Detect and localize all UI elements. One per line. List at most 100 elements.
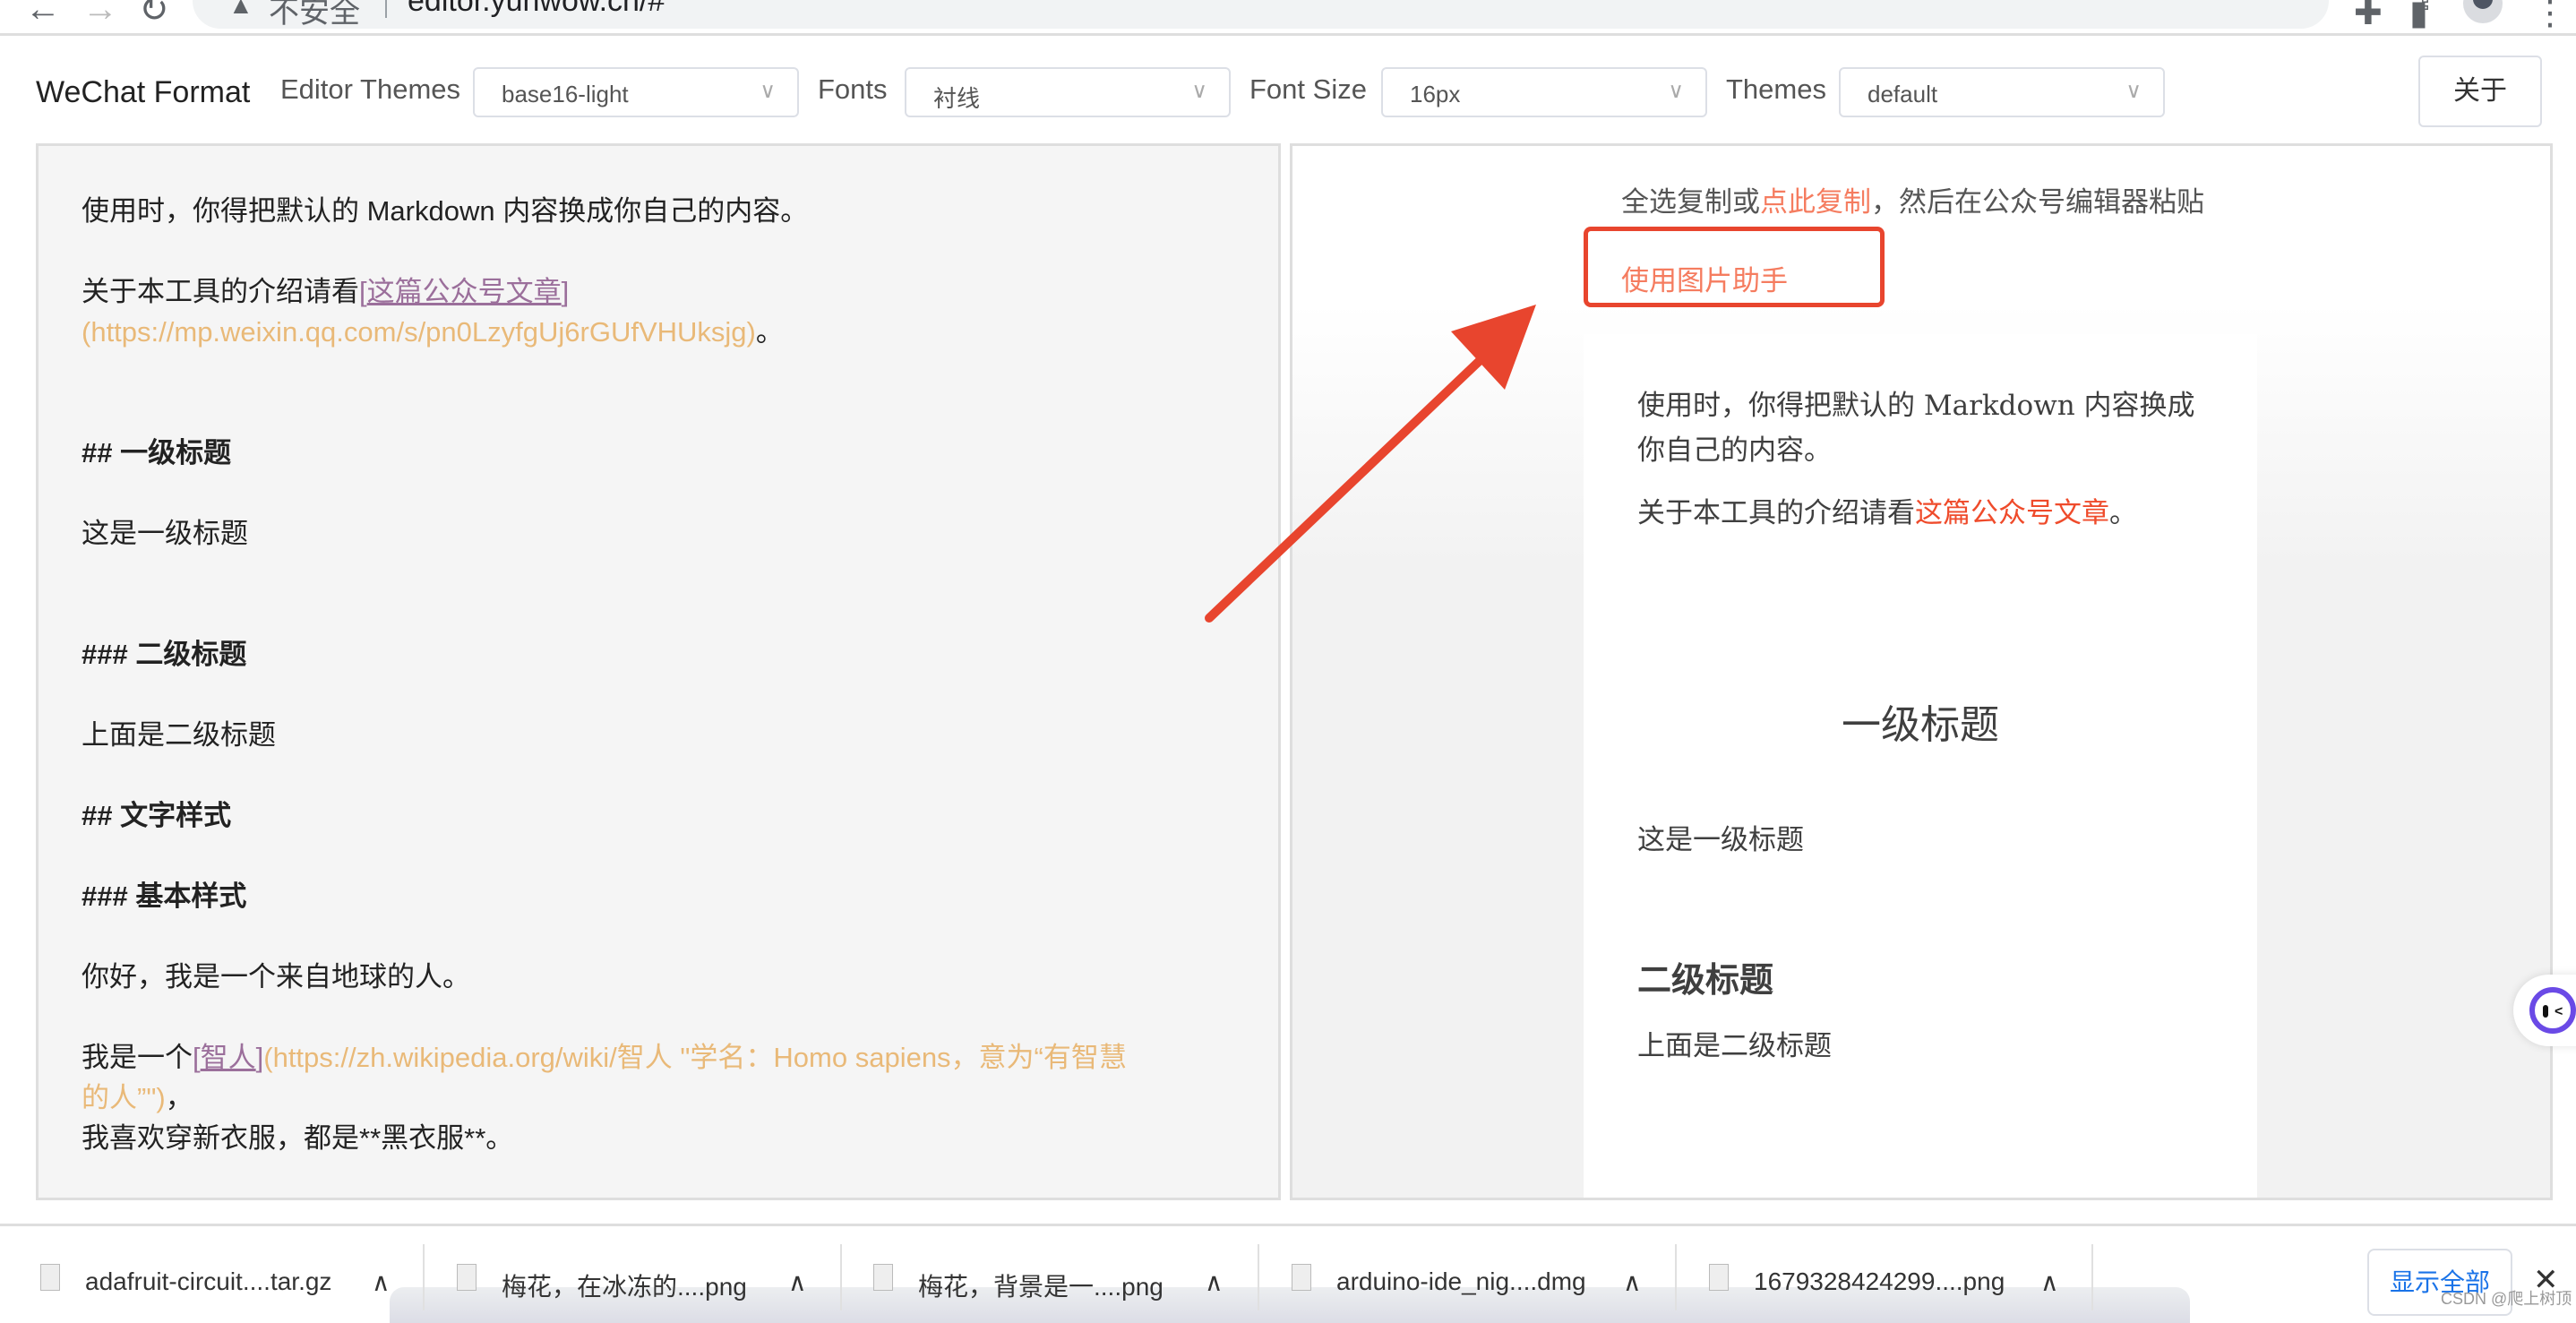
divider [1675, 1244, 1677, 1310]
divider [840, 1244, 842, 1310]
menu-kebab-icon[interactable]: ⋮ [2533, 0, 2567, 33]
font-size-label: Font Size [1249, 73, 1367, 105]
divider [385, 0, 387, 18]
chevron-down-icon: ∨ [2125, 79, 2142, 103]
article-text: 关于本工具的介绍请看 [1637, 497, 1915, 529]
address-bar[interactable]: ▲ 不安全 editor.yunwow.cn/# ⇪ ☆ [193, 0, 2496, 30]
editor-line: 使用时，你得把默认的 Markdown 内容换成你自己的内容。 [82, 195, 809, 227]
file-icon [40, 1264, 60, 1291]
md-bracket: [ [359, 276, 367, 307]
download-item[interactable]: 梅花，背景是一....png ∧ [873, 1235, 1232, 1310]
download-item[interactable]: arduino-ide_nig....dmg ∧ [1292, 1235, 1650, 1310]
md-bracket: ] [255, 1042, 264, 1073]
downloads-bar: adafruit-circuit....tar.gz ∧ 梅花，在冰冻的....… [0, 1224, 2576, 1323]
editor-theme-value: base16-light [502, 81, 629, 107]
article-paragraph: 上面是二级标题 [1637, 1030, 1832, 1062]
markdown-editor[interactable]: 使用时，你得把默认的 Markdown 内容换成你自己的内容。 关于本工具的介绍… [36, 143, 1281, 1200]
chevron-down-icon: ∨ [1191, 79, 1207, 103]
app-brand: WeChat Format [36, 75, 251, 109]
caret-up-icon[interactable]: ∧ [788, 1267, 807, 1297]
app-toolbar: WeChat Format Editor Themes base16-light… [0, 54, 2576, 143]
article-text: 。 [2109, 497, 2137, 529]
browser-chrome: ← → ↻ ▲ 不安全 editor.yunwow.cn/# ⇪ ☆ ✚ ▮ ⋮ [0, 0, 2576, 36]
md-url: (https://mp.weixin.qq.com/s/pn0LzyfgUj6r… [82, 316, 756, 348]
divider [423, 1244, 425, 1310]
warning-icon: ▲ [228, 0, 253, 19]
md-link-text: 智人 [200, 1042, 256, 1073]
url-text[interactable]: editor.yunwow.cn/# [408, 0, 665, 19]
download-item[interactable]: 1679328424299....png ∧ [1709, 1235, 2067, 1310]
theme-select[interactable]: default ∨ [1839, 67, 2165, 117]
copy-hint-text: ，然后在公众号编辑器粘贴 [1871, 186, 2204, 218]
editor-line: 的人”")， [82, 1078, 193, 1119]
assistant-eye-icon: < [2555, 1004, 2563, 1019]
download-item[interactable]: adafruit-circuit....tar.gz ∧ [40, 1235, 399, 1310]
image-file-icon [457, 1264, 477, 1291]
caret-up-icon[interactable]: ∧ [2040, 1267, 2059, 1297]
article-heading-2: 二级标题 [1637, 962, 1774, 1000]
editor-text: 关于本工具的介绍请看 [82, 276, 359, 307]
editor-text: 我是一个 [82, 1042, 193, 1073]
editor-text: 。 [755, 316, 784, 348]
article-link[interactable]: 这篇公众号文章 [1915, 497, 2109, 529]
download-filename: 1679328424299....png [1754, 1267, 2005, 1295]
extensions-icon[interactable]: ✚ [2354, 0, 2383, 33]
editor-line: 你好，我是一个来自地球的人。 [82, 961, 470, 992]
download-filename: arduino-ide_nig....dmg [1336, 1267, 1586, 1295]
editor-line: (https://mp.weixin.qq.com/s/pn0LzyfgUj6r… [82, 312, 784, 353]
floating-assistant-button[interactable]: < [2513, 975, 2576, 1046]
image-file-icon [873, 1264, 893, 1291]
editor-line: 我是一个[智人](https://zh.wikipedia.org/wiki/智… [82, 1037, 1127, 1078]
copy-hint: 全选复制或点此复制，然后在公众号编辑器粘贴 [1621, 179, 2204, 219]
md-url: (https://zh.wikipedia.org/wiki/智人 "学名：Ho… [263, 1042, 1127, 1073]
editor-line: 上面是二级标题 [82, 719, 276, 751]
sidebar-icon[interactable]: ▮ [2409, 0, 2428, 33]
watermark: CSDN @爬上树顶 [2441, 1290, 2572, 1308]
about-button[interactable]: 关于 [2418, 56, 2542, 127]
md-link-text: 这篇公众号文章 [366, 276, 562, 307]
fonts-label: Fonts [818, 73, 888, 105]
preview-pane: 全选复制或点此复制，然后在公众号编辑器粘贴 使用图片助手 使用时，你得把默认的 … [1290, 143, 2553, 1200]
editor-line: ## 一级标题 [82, 437, 232, 468]
md-bracket: ] [561, 276, 570, 307]
chevron-down-icon: ∨ [760, 79, 776, 103]
theme-value: default [1868, 81, 1938, 107]
annotation-arrow [1205, 305, 1536, 623]
profile-avatar-icon[interactable] [2463, 0, 2503, 23]
rendered-article: 使用时，你得把默认的 Markdown 内容换成 你自己的内容。 关于本工具的介… [1584, 334, 2257, 1198]
article-paragraph: 这是一级标题 [1637, 824, 1804, 856]
reload-icon[interactable]: ↻ [139, 0, 169, 30]
divider [1258, 1244, 1259, 1310]
editor-line: 关于本工具的介绍请看[这篇公众号文章] [82, 271, 569, 313]
chevron-down-icon: ∨ [1668, 79, 1684, 103]
copy-link[interactable]: 点此复制 [1760, 186, 1871, 218]
editor-line: 这是一级标题 [82, 518, 248, 549]
forward-icon[interactable]: → [82, 0, 118, 30]
download-filename: adafruit-circuit....tar.gz [85, 1267, 332, 1295]
download-filename: 梅花，在冰冻的....png [502, 1273, 747, 1301]
editor-line: ### 二级标题 [82, 639, 247, 670]
disk-image-file-icon [1292, 1264, 1311, 1291]
article-heading-1: 一级标题 [1842, 702, 1999, 748]
article-paragraph: 使用时，你得把默认的 Markdown 内容换成 [1637, 390, 2195, 422]
editor-line: 我是大的，看起来好像有，我想要很多东西，也是，有时，英斯顿斯和比斯特，但是都没出 [82, 1198, 1192, 1200]
copy-hint-text: 全选复制或 [1621, 186, 1760, 218]
editor-line: ## 文字样式 [82, 800, 232, 831]
caret-up-icon[interactable]: ∧ [372, 1267, 391, 1297]
back-icon[interactable]: ← [25, 0, 61, 30]
assistant-eye-icon [2543, 1005, 2548, 1018]
md-bracket: [ [193, 1042, 201, 1073]
font-select[interactable]: 衬线 ∨ [905, 67, 1231, 117]
caret-up-icon[interactable]: ∧ [1623, 1267, 1642, 1297]
editor-theme-select[interactable]: base16-light ∨ [473, 67, 799, 117]
download-filename: 梅花，背景是一....png [918, 1273, 1163, 1301]
article-paragraph: 你自己的内容。 [1637, 434, 1832, 467]
image-file-icon [1709, 1264, 1729, 1291]
editor-text: ， [165, 1082, 193, 1113]
font-size-select[interactable]: 16px ∨ [1381, 67, 1707, 117]
article-paragraph: 关于本工具的介绍请看这篇公众号文章。 [1637, 491, 2137, 536]
caret-up-icon[interactable]: ∧ [1205, 1267, 1224, 1297]
download-item[interactable]: 梅花，在冰冻的....png ∧ [457, 1235, 815, 1310]
md-url: 的人”") [82, 1082, 166, 1113]
themes-label: Themes [1726, 73, 1826, 105]
